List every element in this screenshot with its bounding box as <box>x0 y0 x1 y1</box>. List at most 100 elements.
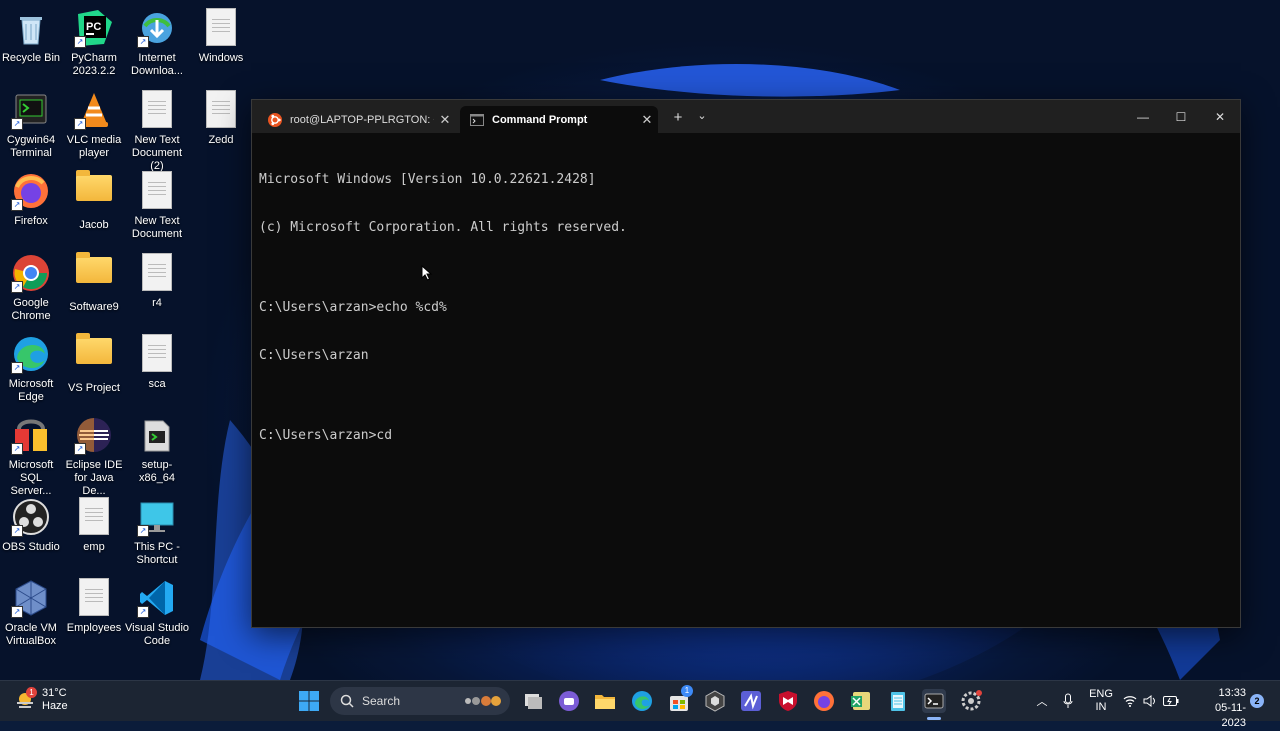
folder-icon <box>74 170 114 215</box>
text-document-icon <box>137 253 177 293</box>
close-tab-button[interactable]: ✕ <box>636 112 658 128</box>
desktop-icon[interactable]: r4 <box>125 249 189 310</box>
clock[interactable]: 13:33 05-11-2023 <box>1200 686 1246 731</box>
terminal-taskbar-button[interactable] <box>922 689 946 713</box>
desktop-icon-label: Firefox <box>14 215 48 227</box>
desktop-icon-label: New Text Document <box>131 215 183 240</box>
visual-studio-icon <box>741 691 761 711</box>
desktop-icon[interactable]: ↗ OBS Studio <box>0 493 63 554</box>
task-view-button[interactable] <box>521 689 545 713</box>
desktop-icon[interactable]: ↗ Firefox <box>0 167 63 228</box>
tab-dropdown-button[interactable]: ⌄ <box>692 109 712 122</box>
cube-app-button[interactable] <box>703 689 727 713</box>
maximize-button[interactable]: ☐ <box>1162 100 1200 133</box>
language-indicator[interactable]: ENG IN <box>1086 681 1116 721</box>
desktop-icon-label: OBS Studio <box>2 541 60 553</box>
desktop-icon[interactable]: ↗ Visual Studio Code <box>125 574 189 648</box>
search-highlight-icon <box>462 693 504 709</box>
desktop-icon[interactable]: Employees <box>62 574 126 635</box>
desktop-icon[interactable]: Recycle Bin <box>0 4 63 65</box>
start-button[interactable] <box>297 689 321 713</box>
firefox-button[interactable] <box>812 689 836 713</box>
desktop-icon-label: sca <box>148 378 166 390</box>
mouse-pointer-icon <box>421 265 433 281</box>
desktop-icon[interactable]: emp <box>62 493 126 554</box>
tab-command-prompt[interactable]: Command Prompt ✕ <box>460 106 658 133</box>
desktop-icon[interactable]: Jacob <box>62 167 126 232</box>
text-document-icon <box>74 497 114 537</box>
close-tab-button[interactable]: ✕ <box>434 112 456 128</box>
desktop-icon[interactable]: New Text Document <box>125 167 189 241</box>
desktop-icon[interactable]: Software9 <box>62 249 126 314</box>
desktop-icon[interactable]: ↗ Microsoft Edge <box>0 330 63 404</box>
desktop-icon-label: Internet Downloa... <box>131 52 183 77</box>
desktop-icon-label: Google Chrome <box>11 297 51 322</box>
text-document-icon <box>201 8 241 48</box>
eclipse-icon: ↗ <box>74 415 114 455</box>
desktop-icon-label: VS Project <box>68 382 120 394</box>
desktop-icon[interactable]: Zedd <box>189 86 253 147</box>
shortcut-arrow-icon: ↗ <box>11 281 23 293</box>
desktop-icon[interactable]: sca <box>125 330 189 391</box>
desktop-icon[interactable]: ↗ This PC - Shortcut <box>125 493 189 567</box>
teams-chat-icon <box>559 691 579 711</box>
edge-button[interactable] <box>630 689 654 713</box>
desktop-icon-label: r4 <box>152 297 162 309</box>
taskbar: 1 31°C Haze Search 1 ︿ ENG IN 13:33 05-1… <box>0 680 1280 729</box>
microphone-button[interactable] <box>1059 681 1077 721</box>
weather-badge: 1 <box>26 687 37 698</box>
close-window-button[interactable]: ✕ <box>1201 100 1239 133</box>
quick-settings-button[interactable] <box>1122 681 1180 721</box>
desktop-icon[interactable]: ↗ Google Chrome <box>0 249 63 323</box>
weather-widget[interactable]: 1 31°C Haze <box>14 687 68 713</box>
notepad-button[interactable] <box>886 689 910 713</box>
desktop-icon[interactable]: Windows <box>189 4 253 65</box>
tab-title: Command Prompt <box>492 113 588 126</box>
desktop-icon-label: Visual Studio Code <box>125 622 190 647</box>
console-output[interactable]: Microsoft Windows [Version 10.0.22621.24… <box>259 140 1232 621</box>
console-line: C:\Users\arzan>echo %cd% <box>259 300 447 315</box>
desktop-icon[interactable]: ↗ Cygwin64 Terminal <box>0 86 63 160</box>
desktop-icon[interactable]: ↗ Microsoft SQL Server... <box>0 411 63 498</box>
desktop-icon-label: VLC media player <box>66 134 122 159</box>
language-region: IN <box>1095 701 1107 713</box>
shortcut-arrow-icon: ↗ <box>74 118 86 130</box>
desktop-icon-label: PyCharm 2023.2.2 <box>71 52 117 77</box>
text-document-icon <box>137 334 177 374</box>
shortcut-arrow-icon: ↗ <box>11 199 23 211</box>
new-tab-button[interactable]: + <box>668 109 688 126</box>
desktop-icon[interactable]: ↗ Internet Downloa... <box>125 4 189 78</box>
internet-download-manager-icon: ↗ <box>137 8 177 48</box>
desktop-icon[interactable]: ↗ Oracle VM VirtualBox <box>0 574 63 648</box>
notification-count-badge[interactable]: 2 <box>1250 694 1264 708</box>
windows-terminal-window[interactable]: root@LAPTOP-PPLRGTON: ~ ✕ Command Prompt… <box>251 99 1241 628</box>
teams-chat-button[interactable] <box>557 689 581 713</box>
minimize-button[interactable]: — <box>1124 100 1162 133</box>
desktop-icon[interactable]: New Text Document (2) <box>125 86 189 173</box>
weather-condition: Haze <box>42 700 68 712</box>
taskbar-search-box[interactable]: Search <box>330 687 510 715</box>
terminal-titlebar[interactable]: root@LAPTOP-PPLRGTON: ~ ✕ Command Prompt… <box>252 100 1240 133</box>
clock-date: 05-11-2023 <box>1215 702 1246 729</box>
desktop-icon[interactable]: VS Project <box>62 330 126 395</box>
mcafee-button[interactable] <box>776 689 800 713</box>
excel-icon <box>851 692 870 710</box>
desktop-icon[interactable]: PC ↗ PyCharm 2023.2.2 <box>62 4 126 78</box>
text-document-icon <box>201 90 241 130</box>
store-button[interactable]: 1 <box>667 685 693 713</box>
show-hidden-icons-button[interactable]: ︿ <box>1033 681 1051 721</box>
visual-studio-button[interactable] <box>739 689 763 713</box>
desktop-icon[interactable]: ↗ Eclipse IDE for Java De... <box>62 411 126 498</box>
desktop-icon[interactable]: setup-x86_64 <box>125 411 189 485</box>
settings-button[interactable] <box>959 689 983 713</box>
search-placeholder: Search <box>362 694 401 708</box>
desktop-icon-label: Jacob <box>79 219 109 231</box>
search-icon <box>340 694 354 708</box>
desktop-icon-label: Software9 <box>69 301 119 313</box>
desktop-icon[interactable]: ↗ VLC media player <box>62 86 126 160</box>
tab-ubuntu[interactable]: root@LAPTOP-PPLRGTON: ~ ✕ <box>258 106 456 133</box>
file-explorer-button[interactable] <box>593 689 617 713</box>
excel-button[interactable] <box>849 689 873 713</box>
console-prompt-line[interactable]: C:\Users\arzan>cd <box>259 428 1232 444</box>
pycharm-icon: PC ↗ <box>74 8 114 48</box>
